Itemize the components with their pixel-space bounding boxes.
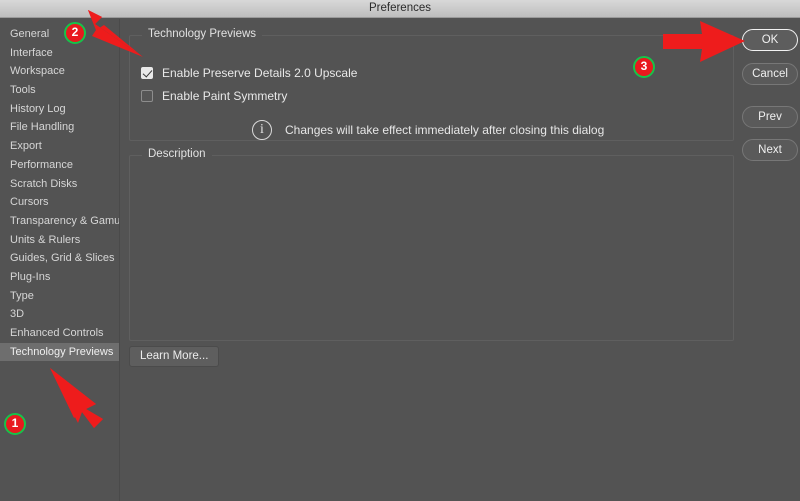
sidebar-item-export[interactable]: Export	[0, 137, 119, 156]
sidebar-item-general[interactable]: General	[0, 25, 119, 44]
technology-previews-group: Technology Previews Enable Preserve Deta…	[129, 28, 734, 141]
enable-paint-symmetry-row[interactable]: Enable Paint Symmetry	[141, 89, 287, 103]
dialog-button-column: OK Cancel Prev Next	[740, 19, 800, 501]
annotation-badge-2: 2	[64, 22, 86, 44]
preferences-dialog: Preferences General Interface Workspace Too…	[0, 0, 800, 501]
learn-more-button[interactable]: Learn More...	[129, 346, 220, 367]
preferences-content-panel: Technology Previews Enable Preserve Deta…	[120, 19, 740, 501]
info-message-text: Changes will take effect immediately aft…	[285, 123, 605, 137]
sidebar-item-enhanced-controls[interactable]: Enhanced Controls	[0, 324, 119, 343]
cancel-button[interactable]: Cancel	[742, 63, 798, 85]
annotation-badge-3: 3	[633, 56, 655, 78]
sidebar-item-3d[interactable]: 3D	[0, 305, 119, 324]
dialog-body: General Interface Workspace Tools History Lo…	[0, 19, 800, 501]
next-button[interactable]: Next	[742, 139, 798, 161]
technology-previews-group-title: Technology Previews	[142, 28, 263, 40]
sidebar-item-units-rulers[interactable]: Units & Rulers	[0, 231, 119, 250]
sidebar-item-file-handling[interactable]: File Handling	[0, 118, 119, 137]
sidebar-item-interface[interactable]: Interface	[0, 44, 119, 63]
annotation-badge-1: 1	[4, 413, 26, 435]
sidebar-item-type[interactable]: Type	[0, 287, 119, 306]
info-message-row: i Changes will take effect immediately a…	[252, 120, 604, 140]
sidebar-item-cursors[interactable]: Cursors	[0, 193, 119, 212]
prev-button[interactable]: Prev	[742, 106, 798, 128]
enable-paint-symmetry-checkbox[interactable]	[141, 90, 153, 102]
description-group-title: Description	[142, 148, 212, 160]
description-group: Description	[129, 148, 734, 341]
sidebar-item-workspace[interactable]: Workspace	[0, 62, 119, 81]
enable-preserve-details-row[interactable]: Enable Preserve Details 2.0 Upscale	[141, 66, 357, 80]
sidebar-item-guides-grid-slices[interactable]: Guides, Grid & Slices	[0, 249, 119, 268]
sidebar-item-scratch-disks[interactable]: Scratch Disks	[0, 175, 119, 194]
enable-preserve-details-checkbox[interactable]	[141, 67, 153, 79]
window-titlebar[interactable]: Preferences	[0, 0, 800, 18]
sidebar-item-transparency-gamut[interactable]: Transparency & Gamut	[0, 212, 119, 231]
sidebar-item-history-log[interactable]: History Log	[0, 100, 119, 119]
window-title: Preferences	[368, 2, 431, 14]
enable-preserve-details-label: Enable Preserve Details 2.0 Upscale	[162, 66, 358, 80]
sidebar-item-plug-ins[interactable]: Plug-Ins	[0, 268, 119, 287]
enable-paint-symmetry-label: Enable Paint Symmetry	[162, 89, 288, 103]
sidebar-list: General Interface Workspace Tools History Lo…	[0, 25, 119, 362]
info-circle-icon: i	[252, 120, 272, 140]
sidebar-item-technology-previews[interactable]: Technology Previews	[0, 342, 119, 362]
ok-button[interactable]: OK	[742, 29, 798, 51]
sidebar-item-performance[interactable]: Performance	[0, 156, 119, 175]
sidebar-item-tools[interactable]: Tools	[0, 81, 119, 100]
